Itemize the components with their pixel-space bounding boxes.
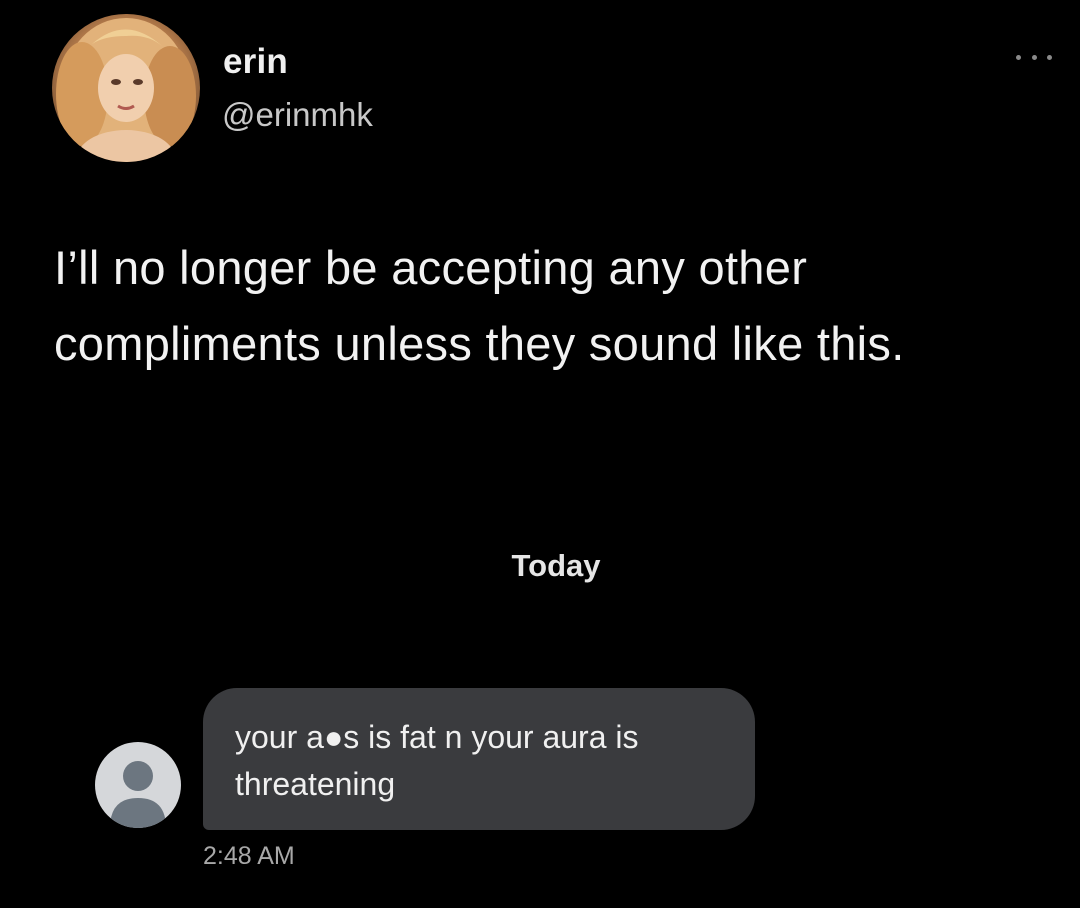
user-handle[interactable]: @erinmhk <box>222 96 373 134</box>
default-user-icon <box>110 761 166 828</box>
message-bubble[interactable]: your a●s is fat n your aura is threateni… <box>203 688 755 830</box>
message-text: your a●s is fat n your aura is threateni… <box>235 719 639 802</box>
message-timestamp: 2:48 AM <box>203 842 295 870</box>
more-dot <box>1031 54 1037 60</box>
profile-avatar[interactable] <box>52 14 200 162</box>
profile-photo-icon <box>56 18 196 162</box>
day-divider: Today <box>511 548 601 583</box>
sender-avatar[interactable] <box>95 742 181 828</box>
more-dot <box>1047 54 1052 60</box>
more-dot <box>1016 54 1021 60</box>
more-options-icon[interactable] <box>1016 52 1052 62</box>
tweet-text: I’ll no longer be accepting any other co… <box>54 241 905 370</box>
display-name[interactable]: erin <box>223 42 288 82</box>
tweet-header: erin @erinmhk <box>52 14 1052 164</box>
